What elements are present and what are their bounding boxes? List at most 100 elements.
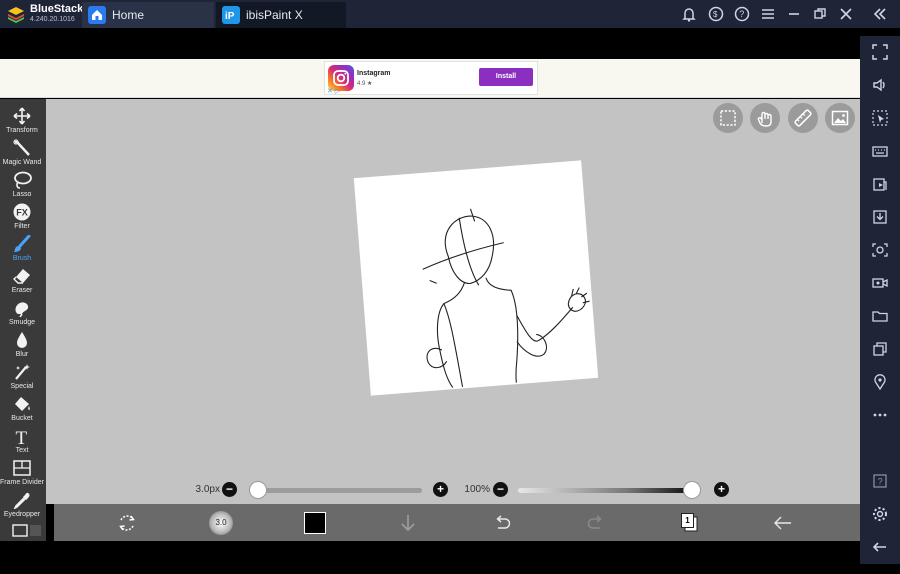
undo-icon[interactable] xyxy=(491,512,513,534)
install-button[interactable]: Install xyxy=(479,68,533,86)
svg-text:T: T xyxy=(16,428,28,445)
tool-eyedropper[interactable]: Eyedropper xyxy=(0,489,44,521)
account-icon[interactable]: $ xyxy=(706,4,726,24)
brush-size-knob[interactable] xyxy=(249,481,267,499)
screenshot-record-icon[interactable] xyxy=(870,174,890,194)
tool-blur[interactable]: Blur xyxy=(0,329,44,361)
bell-icon[interactable] xyxy=(679,4,699,24)
tab-home-label: Home xyxy=(112,8,145,22)
touch-hand-icon[interactable] xyxy=(750,103,780,133)
svg-text:FX: FX xyxy=(16,208,28,218)
close-icon[interactable] xyxy=(836,4,856,24)
tab-ibispaint-label: ibisPaint X xyxy=(246,8,303,22)
app-name: BlueStacks xyxy=(30,3,90,15)
tool-label: Blur xyxy=(15,351,29,358)
ruler-icon[interactable] xyxy=(788,103,818,133)
redo-icon[interactable] xyxy=(585,512,607,534)
restore-icon[interactable] xyxy=(810,4,830,24)
help-sidebar-icon[interactable]: ? xyxy=(870,471,890,491)
back-arrow-icon[interactable] xyxy=(772,512,794,534)
smudge-icon xyxy=(15,302,29,317)
toolbar-more-icon[interactable] xyxy=(12,523,42,537)
eyedropper-icon xyxy=(13,492,30,509)
drawing-canvas[interactable] xyxy=(353,160,599,396)
bluestacks-logo-icon xyxy=(8,7,24,23)
rotate-view-icon[interactable] xyxy=(116,512,138,534)
ibispaint-icon: iP xyxy=(222,6,240,24)
tab-home[interactable]: Home xyxy=(82,2,214,28)
help-icon[interactable]: ? xyxy=(732,4,752,24)
tool-label: Frame Divider xyxy=(0,479,44,486)
install-apk-icon[interactable] xyxy=(870,207,890,227)
title-bar: BlueStacks 4.240.20.1016 Home iP ibisPai… xyxy=(0,0,900,28)
color-swatch[interactable] xyxy=(304,512,326,534)
more-options-icon[interactable] xyxy=(870,405,890,425)
size-increase-button[interactable]: + xyxy=(433,482,448,497)
tool-label: Transform xyxy=(6,127,38,134)
eraser-icon xyxy=(13,269,30,284)
svg-text:$: $ xyxy=(713,10,718,19)
back-arrow-icon[interactable] xyxy=(870,537,890,557)
settings-gear-icon[interactable] xyxy=(870,504,890,524)
tab-ibispaint[interactable]: iP ibisPaint X xyxy=(216,2,346,28)
selection-layer-icon[interactable] xyxy=(713,103,743,133)
folder-icon[interactable] xyxy=(870,306,890,326)
camera-icon[interactable] xyxy=(870,240,890,260)
tool-label: Bucket xyxy=(11,415,33,422)
video-record-icon[interactable] xyxy=(870,273,890,293)
opacity-decrease-button[interactable]: − xyxy=(493,482,508,497)
opacity-slider[interactable] xyxy=(518,488,700,493)
brush-icon xyxy=(14,235,31,252)
location-icon[interactable] xyxy=(870,372,890,392)
tool-eraser[interactable]: Eraser xyxy=(0,265,44,297)
tool-frame-divider[interactable]: Frame Divider xyxy=(0,457,44,489)
opacity-label: 100% xyxy=(464,484,490,495)
tool-lasso[interactable]: Lasso xyxy=(0,169,44,201)
volume-icon[interactable] xyxy=(870,75,890,95)
minimize-icon[interactable] xyxy=(784,4,804,24)
tool-label: Lasso xyxy=(12,191,32,198)
filter-fx-icon: FX xyxy=(13,203,31,221)
ad-choices-icon[interactable]: ✕ ▷ xyxy=(327,87,340,95)
tool-label: Brush xyxy=(12,255,32,262)
pointer-select-icon[interactable] xyxy=(870,108,890,128)
tool-label: Eyedropper xyxy=(3,511,41,518)
opacity-knob[interactable] xyxy=(683,481,701,499)
brush-size-slider[interactable] xyxy=(250,488,422,493)
tool-transform[interactable]: Transform xyxy=(0,105,44,137)
right-sidebar: ? xyxy=(860,36,900,564)
ad-card[interactable]: Instagram 4.9 ★ Install ✕ ▷ xyxy=(324,61,538,95)
tool-label: Special xyxy=(10,383,34,390)
ad-title: Instagram xyxy=(357,70,391,77)
home-icon xyxy=(88,6,106,24)
special-icon xyxy=(15,364,30,380)
left-toolbar: Transform Magic Wand Lasso FX Filter Bru… xyxy=(0,99,46,541)
magic-wand-icon xyxy=(13,139,30,156)
ad-banner: Instagram 4.9 ★ Install ✕ ▷ xyxy=(0,59,860,98)
tool-bucket[interactable]: Bucket xyxy=(0,393,44,425)
tool-label: Eraser xyxy=(11,287,33,294)
bucket-icon xyxy=(15,397,30,411)
tool-smudge[interactable]: Smudge xyxy=(0,297,44,329)
blur-icon xyxy=(17,332,27,348)
tool-text[interactable]: T Text xyxy=(0,425,44,457)
tool-label: Text xyxy=(15,447,29,454)
sketch-drawing xyxy=(422,208,590,388)
menu-icon[interactable] xyxy=(758,4,778,24)
tool-special[interactable]: Special xyxy=(0,361,44,393)
tool-brush[interactable]: Brush xyxy=(0,233,44,265)
opacity-increase-button[interactable]: + xyxy=(714,482,729,497)
keyboard-icon[interactable] xyxy=(870,141,890,161)
text-icon: T xyxy=(16,428,28,445)
download-arrow-icon[interactable] xyxy=(397,512,419,534)
fullscreen-icon[interactable] xyxy=(870,42,890,62)
size-decrease-button[interactable]: − xyxy=(222,482,237,497)
layer-count: 1 xyxy=(681,513,694,528)
multi-instance-icon[interactable] xyxy=(870,339,890,359)
tool-magic-wand[interactable]: Magic Wand xyxy=(0,137,44,169)
tool-label: Smudge xyxy=(8,319,36,326)
collapse-sidebar-icon[interactable] xyxy=(870,4,890,24)
tool-filter[interactable]: FX Filter xyxy=(0,201,44,233)
reference-image-icon[interactable] xyxy=(825,103,855,133)
layers-button[interactable]: 1 xyxy=(681,513,698,532)
